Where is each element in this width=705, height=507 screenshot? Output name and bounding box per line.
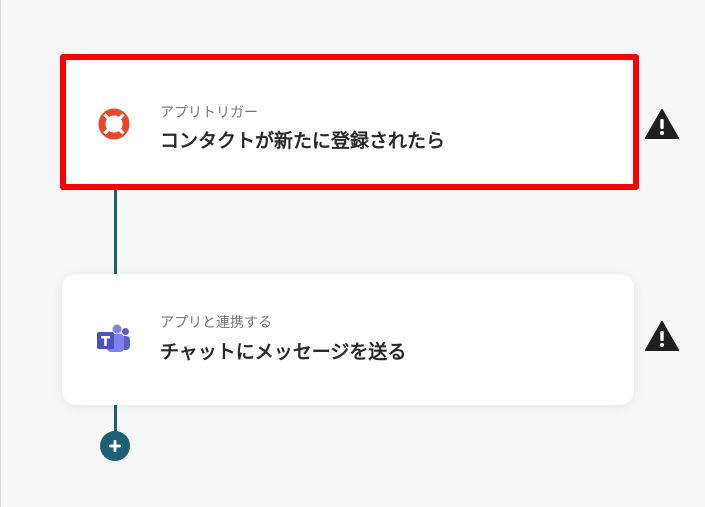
flow-connector-line: [114, 190, 117, 275]
flow-step-card-action[interactable]: アプリと連携する チャットにメッセージを送る: [62, 274, 634, 405]
step-title: チャットにメッセージを送る: [160, 341, 407, 363]
flow-step-card-trigger[interactable]: アプリトリガー コンタクトが新たに登録されたら: [60, 54, 639, 190]
lifebuoy-icon: [96, 106, 132, 142]
warning-icon[interactable]: [644, 108, 680, 140]
warning-icon[interactable]: [644, 320, 680, 352]
step-type-label: アプリトリガー: [160, 105, 258, 121]
plus-icon: [108, 439, 122, 453]
add-step-button[interactable]: [100, 431, 130, 461]
teams-icon: [95, 322, 131, 358]
step-title: コンタクトが新たに登録されたら: [160, 130, 446, 152]
step-type-label: アプリと連携する: [160, 315, 272, 331]
panel-left-border: [0, 0, 1, 507]
